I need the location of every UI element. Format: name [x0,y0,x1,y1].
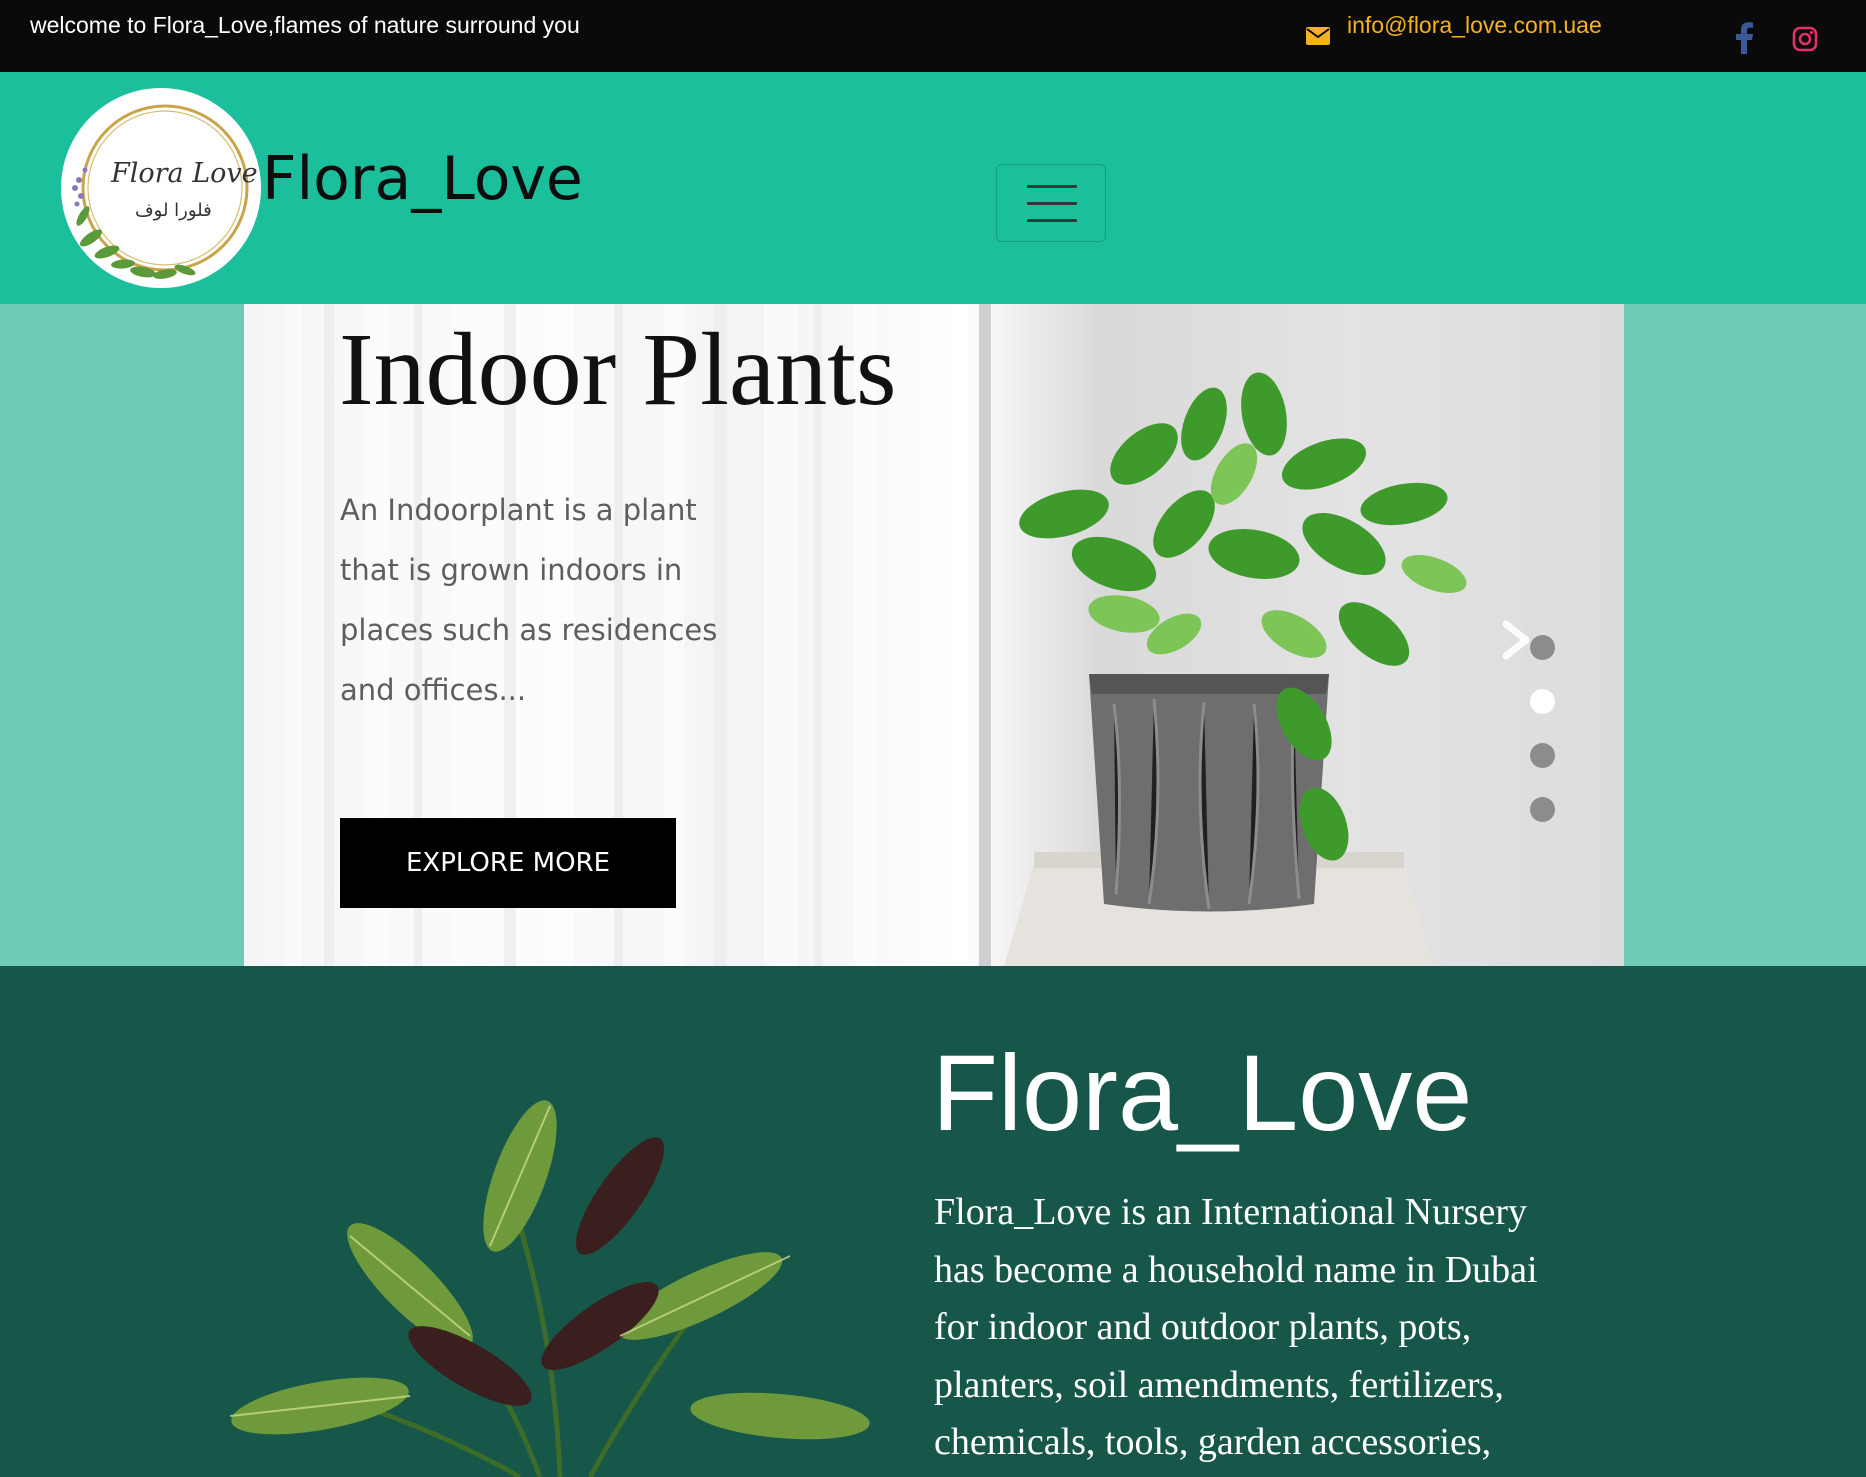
hamburger-menu-button[interactable] [996,164,1106,242]
carousel-dot-2[interactable] [1530,689,1555,714]
explore-more-button[interactable]: EXPLORE MORE [340,818,676,908]
brand-name[interactable]: Flora_Love [262,144,583,214]
instagram-icon[interactable] [1792,26,1818,52]
carousel-dot-4[interactable] [1530,797,1555,822]
envelope-icon [1306,27,1330,45]
top-bar: welcome to Flora_Love,flames of nature s… [0,0,1866,72]
chevron-right-icon[interactable] [1498,620,1534,660]
hero-description: An Indoorplant is a plant that is grown … [340,493,718,707]
facebook-icon[interactable] [1734,22,1754,54]
about-title: Flora_Love [932,1032,1473,1153]
welcome-text: welcome to Flora_Love,flames of nature s… [30,12,580,38]
carousel-slide: Indoor Plants An Indoorplant is a plant … [244,304,1624,966]
about-section: Flora_Love Flora_Love is an Internationa… [0,966,1866,1477]
about-text: Flora_Love is an International Nursery h… [934,1191,1538,1463]
hero-title: Indoor Plants [339,312,897,427]
hero-carousel: Indoor Plants An Indoorplant is a plant … [0,304,1866,966]
logo-script-text: Flora Love [111,158,258,189]
email-link[interactable]: info@flora_love.com.uae [1347,12,1602,39]
calathea-plant-image [229,1100,870,1477]
carousel-dot-1[interactable] [1530,635,1555,660]
logo-arabic-text: فلورا لوف [135,200,212,221]
carousel-dot-3[interactable] [1530,743,1555,768]
site-header: Flora Love فلورا لوف Flora_Love [0,72,1866,304]
logo[interactable]: Flora Love فلورا لوف [61,88,261,288]
